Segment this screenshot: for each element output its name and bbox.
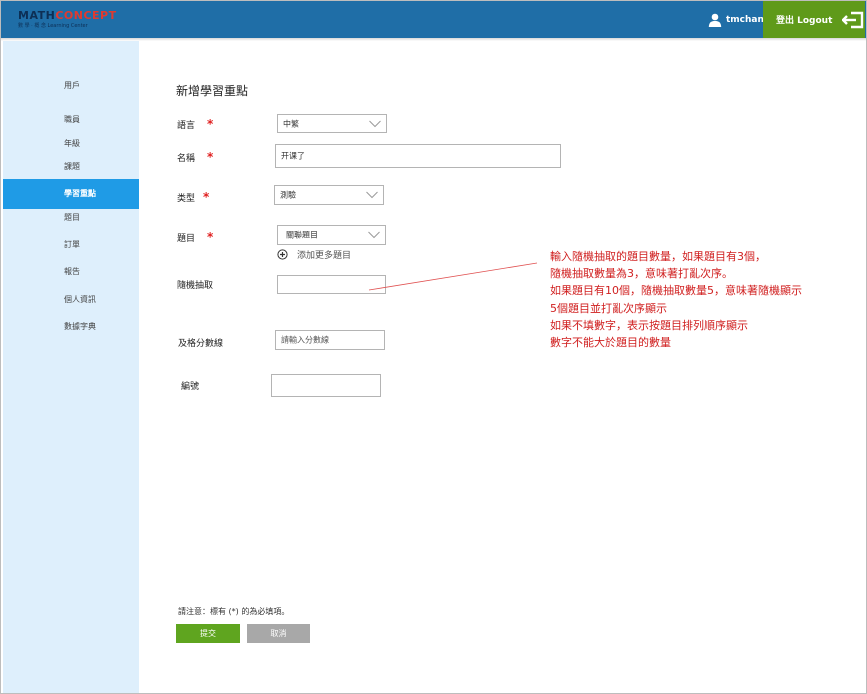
logout-icon <box>842 11 864 28</box>
annotation-pointer-line <box>368 262 538 291</box>
sidebar-item-data-dictionary[interactable]: 數據字典 <box>3 319 139 335</box>
sidebar-item-grades[interactable]: 年級 <box>3 136 139 152</box>
username: tmchan <box>726 15 764 25</box>
note-line: 如果不填數字，表示按題目排列順序顯示 <box>550 318 748 332</box>
app-window: MATHCONCEPT 數 學 · 概 念 Learning Center tm… <box>0 0 867 694</box>
sidebar-item-orders[interactable]: 訂單 <box>3 237 139 253</box>
user-icon <box>708 13 722 27</box>
sidebar-item-profile[interactable]: 個人資訊 <box>3 292 139 308</box>
sidebar-item-reports[interactable]: 報告 <box>3 264 139 280</box>
submit-button[interactable]: 提交 <box>176 624 240 643</box>
sidebar-item-users[interactable]: 用戶 <box>3 78 139 94</box>
pass-score-input[interactable]: 請輸入分數線 <box>275 330 385 350</box>
pass-score-label: 及格分數線 <box>178 339 224 349</box>
cancel-button[interactable]: 取消 <box>247 624 310 643</box>
sidebar-item-questions[interactable]: 題目 <box>3 210 139 226</box>
annotation-note: 輸入隨機抽取的題目數量，如果題目有3個， 隨機抽取數量為3，意味著打亂次序。 如… <box>550 248 802 351</box>
note-line: 隨機抽取數量為3，意味著打亂次序。 <box>550 267 733 281</box>
user-menu[interactable]: tmchan <box>708 12 764 28</box>
required-fields-note: 請注意：標有 (*) 的為必填項。 <box>178 607 290 616</box>
code-label: 編號 <box>181 382 200 392</box>
brand-logo[interactable]: MATHCONCEPT 數 學 · 概 念 Learning Center <box>18 10 117 30</box>
code-input[interactable] <box>271 374 381 397</box>
main-content: 新增學習重點 語言 * 中繁 名稱 * 开课了 类型 * 測驗 題目 * 關聯題目 <box>140 41 866 693</box>
logout-button[interactable]: 登出 Logout <box>763 1 865 38</box>
sidebar-item-learning-points[interactable]: 學習重點 <box>3 179 139 209</box>
sidebar-item-staff[interactable]: 職員 <box>3 112 139 128</box>
logo-subtitle: 數 學 · 概 念 Learning Center <box>18 23 88 29</box>
note-line: 輸入隨機抽取的題目數量，如果題目有3個， <box>550 250 766 263</box>
note-line: 5個題目並打亂次序顯示 <box>550 301 667 315</box>
logout-label: 登出 Logout <box>776 16 833 26</box>
logo-text-math: MATH <box>18 9 56 22</box>
top-header: MATHCONCEPT 數 學 · 概 念 Learning Center tm… <box>1 1 866 38</box>
note-line: 如果題目有10個，隨機抽取數量5，意味著隨機顯示 <box>550 284 802 298</box>
sidebar-item-topics[interactable]: 課題 <box>3 159 139 175</box>
logo-text-concept: CONCEPT <box>55 9 117 22</box>
note-line: 數字不能大於題目的數量 <box>550 336 671 350</box>
sidebar: 用戶 職員 年級 課題 學習重點 題目 訂單 報告 個人資訊 數據字典 <box>3 41 139 693</box>
